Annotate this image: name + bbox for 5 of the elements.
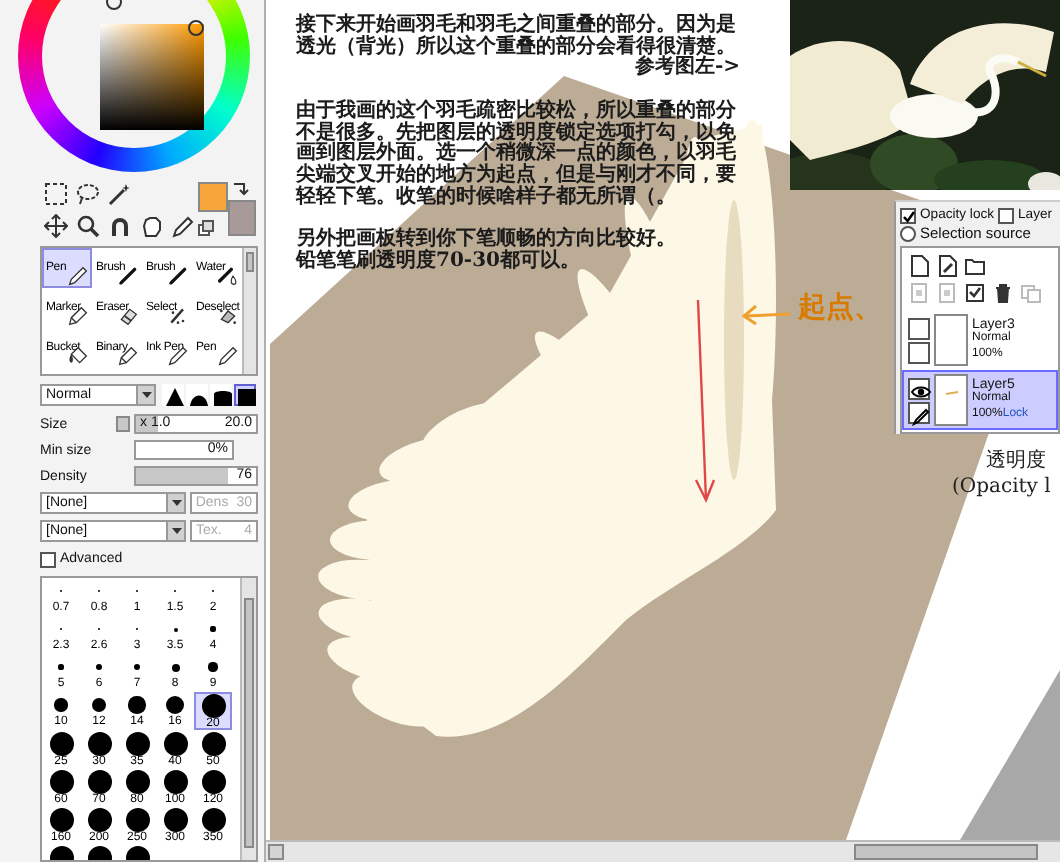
caption-text: 透明度 — [986, 450, 1046, 474]
annotation-text: 起点、 — [798, 292, 882, 324]
instruction-paragraph: 接下来开始画羽毛和羽毛之间重叠的部分。因为是透光（背光）所以这个重叠的部分会看得很清楚。 — [296, 16, 738, 58]
reference-note: 参考图左-> — [632, 58, 740, 81]
caption-text: (Opacity l — [952, 476, 1051, 500]
